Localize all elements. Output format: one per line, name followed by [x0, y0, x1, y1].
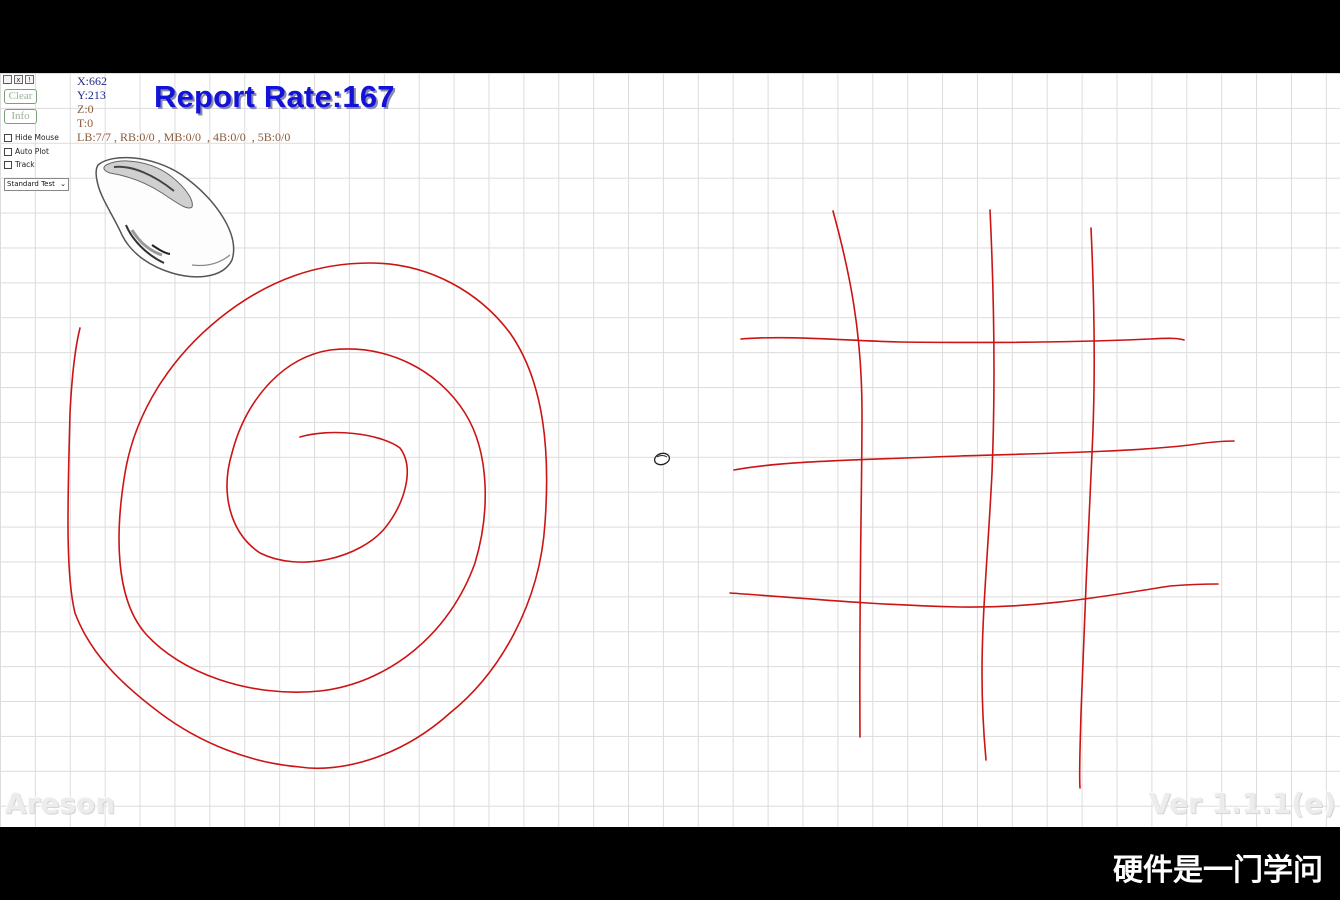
mouse-illustration-icon — [95, 156, 235, 278]
hide-mouse-option[interactable]: Hide Mouse — [4, 133, 59, 142]
close-icon[interactable]: x — [14, 75, 23, 84]
test-mode-select[interactable]: Standard Test ⌄ — [4, 178, 69, 191]
coordinate-readout: X:662 Y:213 Z:0 T:0 — [77, 74, 107, 130]
grid-stroke-v1 — [832, 210, 863, 738]
grid-stroke-h2 — [733, 440, 1235, 471]
z-readout: Z:0 — [77, 102, 94, 116]
grid-stroke-v2 — [981, 209, 995, 761]
info-button[interactable]: Info — [4, 109, 37, 124]
chevron-down-icon: ⌄ — [60, 180, 66, 188]
button-counts: LB:7/7 , RB:0/0 , MB:0/0 , 4B:0/0 , 5B:0… — [77, 130, 291, 144]
brand-watermark: Areson — [5, 787, 116, 820]
window-controls: _ x ! — [3, 75, 34, 84]
test-mode-value: Standard Test — [7, 180, 55, 188]
auto-plot-checkbox[interactable] — [4, 147, 12, 156]
auto-plot-option[interactable]: Auto Plot — [4, 147, 49, 156]
letterbox-top — [0, 0, 1340, 73]
drawing-canvas[interactable]: _ x ! Clear Info Hide Mouse Auto Plot Tr… — [0, 73, 1340, 827]
grid-stroke-v3 — [1078, 227, 1096, 789]
hide-mouse-label: Hide Mouse — [15, 133, 59, 142]
clear-button[interactable]: Clear — [4, 89, 37, 104]
spiral-stroke — [67, 262, 548, 770]
track-checkbox[interactable] — [4, 160, 12, 169]
track-option[interactable]: Track — [4, 160, 35, 169]
version-watermark: Ver 1.1.1(e) — [1149, 787, 1336, 820]
x-readout: X:662 — [77, 74, 107, 88]
info-icon[interactable]: ! — [25, 75, 34, 84]
grid-stroke-h3 — [729, 583, 1219, 608]
auto-plot-label: Auto Plot — [15, 147, 49, 156]
y-readout: Y:213 — [77, 88, 106, 102]
report-rate: Report Rate:167 — [154, 79, 395, 114]
hide-mouse-checkbox[interactable] — [4, 133, 12, 142]
video-caption: 硬件是一门学问 — [1113, 853, 1323, 888]
mouse-cursor-icon — [653, 452, 671, 466]
minimize-icon[interactable]: _ — [3, 75, 12, 84]
grid-stroke-h1 — [740, 336, 1185, 344]
t-readout: T:0 — [77, 116, 94, 130]
track-label: Track — [15, 160, 35, 169]
